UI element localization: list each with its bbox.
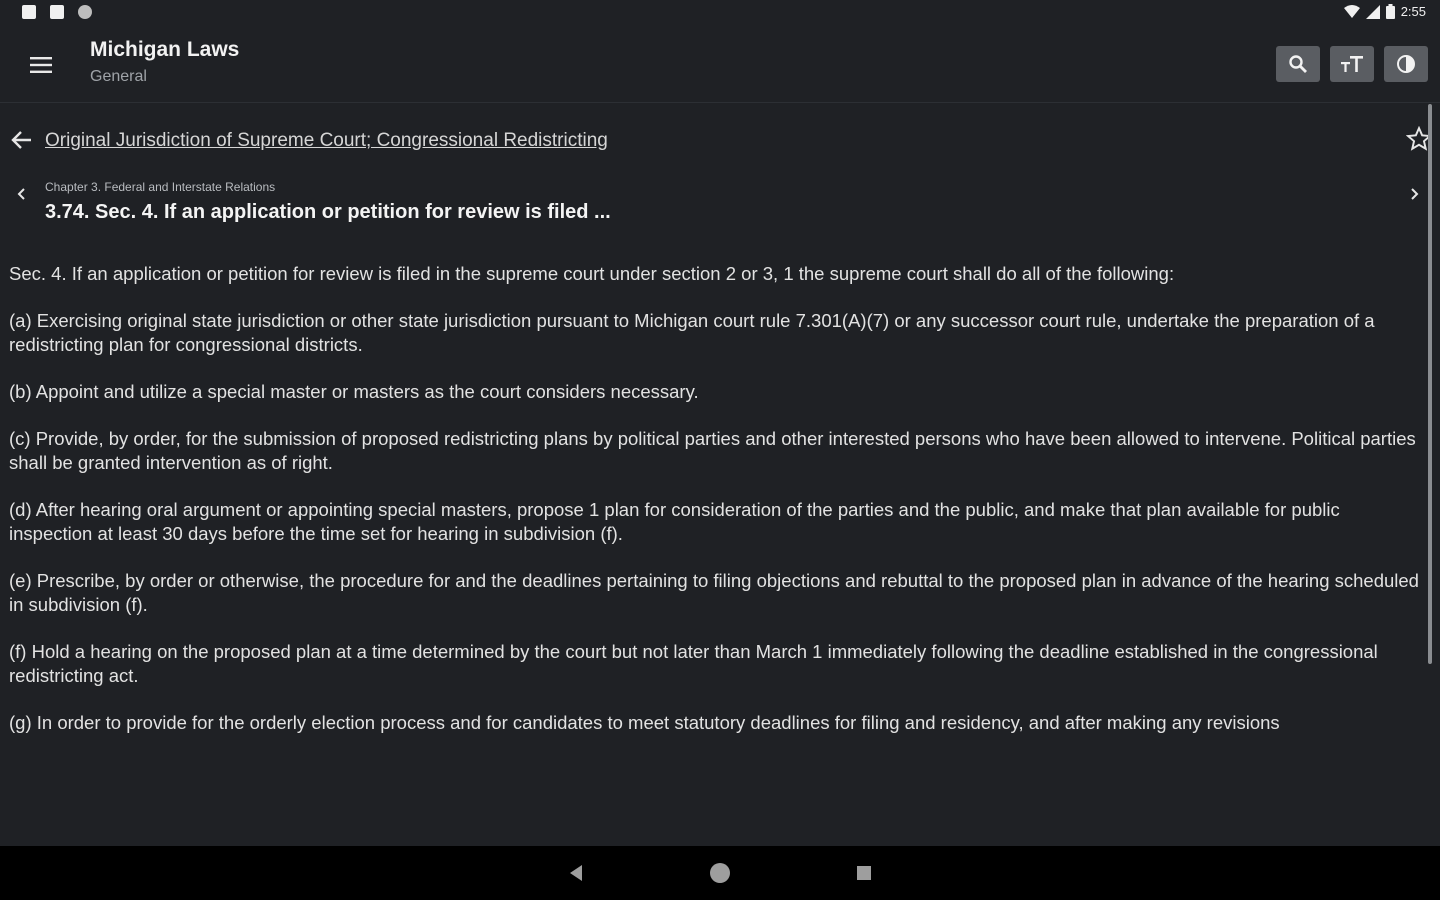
paragraph: (d) After hearing oral argument or appoi…	[9, 499, 1340, 544]
parent-act-link[interactable]: Original Jurisdiction of Supreme Court; …	[45, 130, 608, 152]
system-status: 2:55	[1343, 4, 1426, 19]
arrow-left-icon	[11, 131, 31, 149]
app-bar-actions	[1276, 46, 1428, 82]
paragraph: (g) In order to provide for the orderly …	[9, 712, 1280, 733]
search-button[interactable]	[1276, 46, 1320, 82]
scrollbar[interactable]	[1428, 104, 1432, 664]
wifi-icon	[1343, 4, 1360, 18]
search-icon	[1289, 55, 1307, 73]
text-size-button[interactable]	[1330, 46, 1374, 82]
previous-section-button[interactable]	[14, 184, 32, 208]
back-button[interactable]	[10, 128, 36, 154]
law-text: Sec. 4. If an application or petition fo…	[9, 262, 1427, 758]
notification-area	[22, 5, 92, 19]
contrast-button[interactable]	[1384, 46, 1428, 82]
circle-icon	[78, 5, 92, 19]
title-block: Michigan Laws General	[90, 38, 239, 86]
nav-home-button[interactable]	[707, 860, 733, 886]
app-title: Michigan Laws	[90, 38, 240, 61]
section-title: 3.74. Sec. 4. If an application or petit…	[45, 201, 611, 223]
chapter-label: Chapter 3. Federal and Interstate Relati…	[45, 180, 276, 194]
battery-icon	[1385, 4, 1395, 19]
system-nav-bar	[0, 846, 1440, 900]
nav-recents-button[interactable]	[851, 860, 877, 886]
status-bar: 2:55	[0, 0, 1440, 28]
nav-back-button[interactable]	[563, 860, 589, 886]
contrast-icon	[1397, 55, 1415, 73]
chevron-left-icon	[17, 188, 25, 200]
next-section-button[interactable]	[1408, 184, 1426, 208]
clipboard-icon	[50, 5, 64, 19]
app-bar: Michigan Laws General	[0, 28, 1440, 103]
home-icon	[710, 863, 730, 883]
text-size-icon	[1341, 56, 1363, 72]
recents-icon	[857, 866, 871, 880]
hamburger-icon	[30, 57, 52, 73]
clock: 2:55	[1400, 4, 1426, 19]
paragraph: (f) Hold a hearing on the proposed plan …	[9, 641, 1378, 686]
menu-button[interactable]	[24, 48, 58, 82]
paragraph: (c) Provide, by order, for the submissio…	[9, 428, 1416, 473]
paragraph: (e) Prescribe, by order or otherwise, th…	[9, 570, 1419, 615]
paragraph: Sec. 4. If an application or petition fo…	[9, 263, 1175, 284]
paragraph: (a) Exercising original state jurisdicti…	[9, 310, 1375, 355]
app-subtitle: General	[90, 68, 147, 85]
paragraph: (b) Appoint and utilize a special master…	[9, 381, 699, 402]
chevron-right-icon	[1411, 188, 1419, 200]
section-header: Chapter 3. Federal and Interstate Relati…	[0, 170, 1440, 234]
breadcrumb: Original Jurisdiction of Supreme Court; …	[0, 118, 1440, 162]
back-icon	[570, 865, 582, 881]
signal-icon	[1365, 4, 1380, 19]
notification-icon	[22, 5, 36, 19]
